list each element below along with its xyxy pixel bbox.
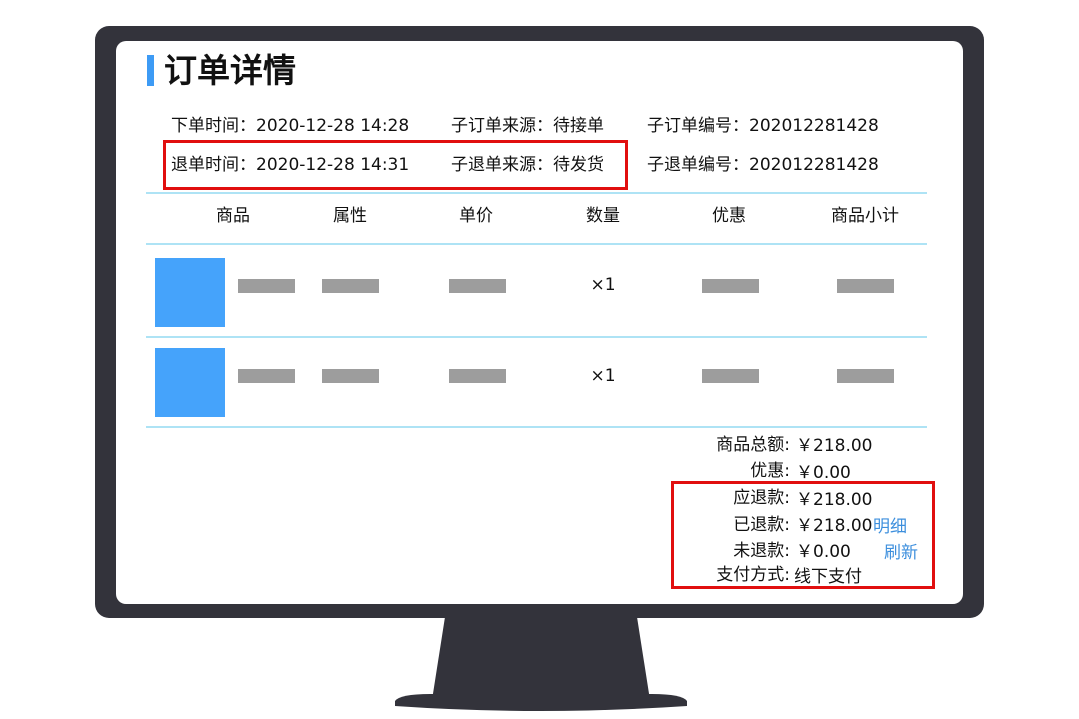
subtotal-placeholder [837,369,894,383]
unrefunded-value: ￥0.00 [796,542,851,562]
header-attribute: 属性 [333,206,367,226]
sub-refund-number: 子退单编号：202012281428 [647,155,879,175]
sub-order-number: 子订单编号：202012281428 [647,116,879,136]
header-quantity: 数量 [586,206,620,226]
sub-refund-source: 子退单来源：待发货 [451,155,604,175]
quantity-value: ×1 [590,275,616,295]
product-thumbnail [155,348,225,417]
title-accent-bar [147,55,154,86]
goods-total-value: ￥218.00 [796,436,873,456]
product-name-placeholder [238,279,295,293]
refunded-value: ￥218.00 [796,516,873,536]
attribute-placeholder [322,369,379,383]
subtotal-placeholder [837,279,894,293]
product-thumbnail [155,258,225,327]
monitor-neck [432,617,650,700]
unit-price-placeholder [449,369,506,383]
quantity-value: ×1 [590,366,616,386]
product-name-placeholder [238,369,295,383]
table-header-divider [146,243,927,245]
header-unit-price: 单价 [459,206,493,226]
refunded-label: 已退款: [733,515,790,535]
unrefunded-label: 未退款: [733,541,790,561]
discount-placeholder [702,369,759,383]
monitor-base [395,694,687,711]
refresh-link[interactable]: 刷新 [884,542,918,564]
attribute-placeholder [322,279,379,293]
table-bottom-divider [146,426,927,428]
payment-method-value: 线下支付 [794,567,862,587]
table-top-divider [146,192,927,194]
discount-placeholder [702,279,759,293]
refund-due-label: 应退款: [733,488,790,508]
goods-total-label: 商品总额: [716,435,790,455]
unit-price-placeholder [449,279,506,293]
payment-method-label: 支付方式: [716,565,790,585]
discount-label: 优惠: [750,461,790,481]
refund-due-value: ￥218.00 [796,490,873,510]
sub-order-source: 子订单来源：待接单 [451,116,604,136]
refund-detail-link[interactable]: 明细 [873,516,907,538]
header-discount: 优惠 [712,206,746,226]
page-title: 订单详情 [164,51,296,90]
refund-time: 退单时间：2020-12-28 14:31 [171,155,410,175]
header-product: 商品 [216,206,250,226]
table-row-divider [146,336,927,338]
order-time: 下单时间：2020-12-28 14:28 [171,116,410,136]
header-subtotal: 商品小计 [831,206,899,226]
